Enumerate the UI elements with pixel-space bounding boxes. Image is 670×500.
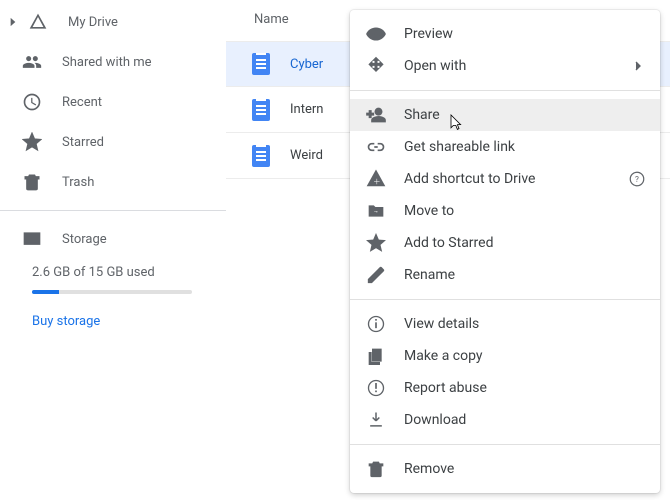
menu-item-download[interactable]: Download <box>350 404 660 436</box>
menu-label: View details <box>404 316 479 332</box>
context-menu: Preview Open with Share Get shareable li… <box>350 10 660 493</box>
people-icon <box>20 50 44 74</box>
menu-label: Preview <box>404 26 453 42</box>
menu-label: Add to Starred <box>404 235 493 251</box>
clock-icon <box>20 90 44 114</box>
help-icon[interactable]: ? <box>628 170 646 188</box>
menu-label: Open with <box>404 58 466 74</box>
divider <box>0 210 226 211</box>
menu-item-rename[interactable]: Rename <box>350 259 660 291</box>
drive-icon <box>26 10 50 34</box>
sidebar-item-label: My Drive <box>68 15 118 30</box>
star-icon <box>20 130 44 154</box>
menu-label: Move to <box>404 203 454 219</box>
download-icon <box>366 410 386 430</box>
menu-label: Add shortcut to Drive <box>404 171 535 187</box>
sidebar-item-shared[interactable]: Shared with me <box>0 42 226 82</box>
menu-label: Get shareable link <box>404 139 515 155</box>
sidebar-item-storage[interactable]: Storage <box>0 219 226 259</box>
pencil-icon <box>366 265 386 285</box>
menu-item-shareable-link[interactable]: Get shareable link <box>350 131 660 163</box>
sidebar-item-label: Starred <box>62 135 104 150</box>
menu-item-add-shortcut[interactable]: Add shortcut to Drive ? <box>350 163 660 195</box>
svg-text:?: ? <box>635 175 639 185</box>
trash-icon <box>366 459 386 479</box>
file-name: Cyber <box>290 57 323 72</box>
file-name: Weird <box>290 148 323 163</box>
sidebar-item-trash[interactable]: Trash <box>0 162 226 202</box>
menu-label: Download <box>404 412 466 428</box>
file-name: Intern <box>290 102 323 117</box>
menu-item-add-starred[interactable]: Add to Starred <box>350 227 660 259</box>
sidebar: My Drive Shared with me Recent Starred T… <box>0 0 226 500</box>
menu-item-report-abuse[interactable]: Report abuse <box>350 372 660 404</box>
menu-label: Share <box>404 107 440 123</box>
menu-item-open-with[interactable]: Open with <box>350 50 660 82</box>
menu-label: Rename <box>404 267 455 283</box>
menu-separator <box>350 444 660 445</box>
storage-label: Storage <box>62 232 107 247</box>
menu-label: Remove <box>404 461 454 477</box>
star-icon <box>366 233 386 253</box>
doc-icon <box>252 145 270 167</box>
storage-icon <box>20 227 44 251</box>
info-icon <box>366 314 386 334</box>
menu-item-view-details[interactable]: View details <box>350 308 660 340</box>
sidebar-item-recent[interactable]: Recent <box>0 82 226 122</box>
sidebar-item-starred[interactable]: Starred <box>0 122 226 162</box>
menu-item-preview[interactable]: Preview <box>350 18 660 50</box>
folder-move-icon <box>366 201 386 221</box>
expand-arrow-icon[interactable] <box>6 15 20 29</box>
report-icon <box>366 378 386 398</box>
menu-item-remove[interactable]: Remove <box>350 453 660 485</box>
eye-icon <box>366 24 386 44</box>
storage-usage-text: 2.6 GB of 15 GB used <box>32 265 226 280</box>
menu-item-make-copy[interactable]: Make a copy <box>350 340 660 372</box>
doc-icon <box>252 99 270 121</box>
sidebar-item-label: Recent <box>62 95 102 110</box>
storage-bar <box>32 290 192 294</box>
sidebar-item-label: Trash <box>62 175 94 190</box>
drive-add-icon <box>366 169 386 189</box>
buy-storage-link[interactable]: Buy storage <box>32 314 226 329</box>
doc-icon <box>252 53 270 75</box>
move-icon <box>366 56 386 76</box>
menu-separator <box>350 90 660 91</box>
copy-icon <box>366 346 386 366</box>
menu-label: Make a copy <box>404 348 483 364</box>
sidebar-item-label: Shared with me <box>62 55 152 70</box>
menu-item-share[interactable]: Share <box>350 99 660 131</box>
trash-icon <box>20 170 44 194</box>
menu-label: Report abuse <box>404 380 487 396</box>
menu-item-move-to[interactable]: Move to <box>350 195 660 227</box>
chevron-right-icon <box>630 58 646 74</box>
link-icon <box>366 137 386 157</box>
person-add-icon <box>366 105 386 125</box>
sidebar-item-my-drive[interactable]: My Drive <box>0 2 226 42</box>
menu-separator <box>350 299 660 300</box>
storage-bar-fill <box>32 290 59 294</box>
